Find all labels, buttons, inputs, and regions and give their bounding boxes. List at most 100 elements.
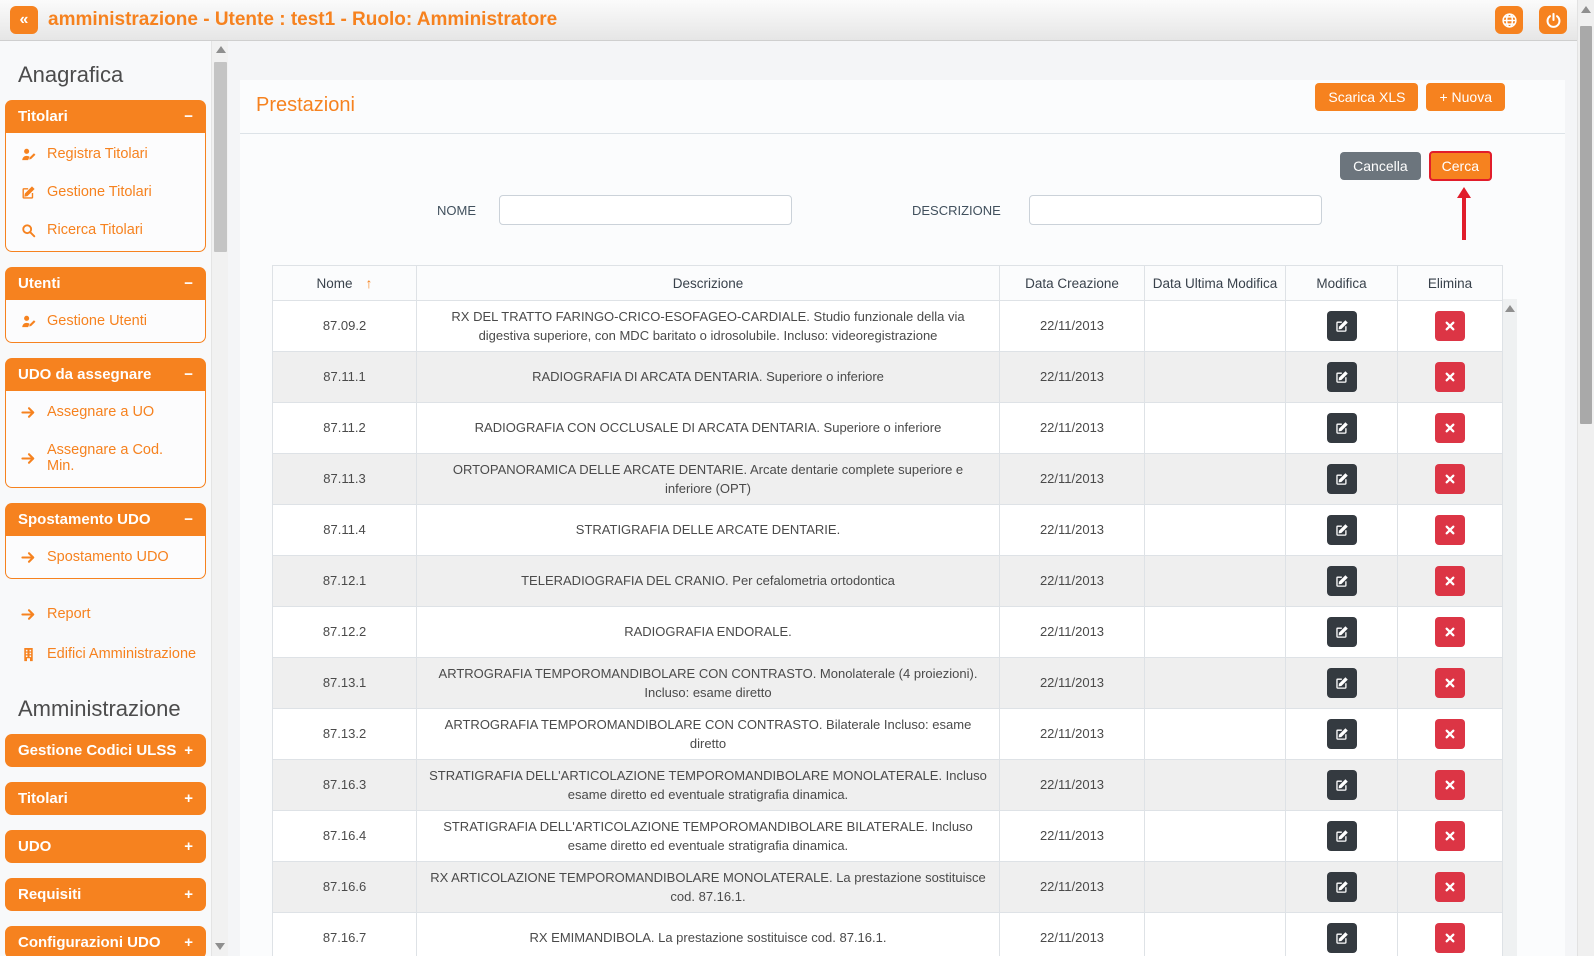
- cell-data-ultima-modifica: [1144, 402, 1286, 454]
- table-row: 87.11.3 ORTOPANORAMICA DELLE ARCATE DENTA…: [272, 453, 1503, 505]
- scroll-up-icon[interactable]: [1581, 6, 1591, 13]
- delete-row-button[interactable]: [1435, 719, 1465, 749]
- sidebar-scrollbar-thumb[interactable]: [214, 62, 227, 252]
- edit-row-button[interactable]: [1326, 872, 1357, 902]
- edit-row-button[interactable]: [1326, 770, 1357, 800]
- scarica-xls-button[interactable]: Scarica XLS: [1315, 83, 1419, 111]
- edit-row-button[interactable]: [1326, 464, 1357, 494]
- expand-icon[interactable]: +: [184, 838, 193, 855]
- panel-header-utenti[interactable]: Utenti −: [5, 267, 206, 300]
- delete-row-button[interactable]: [1435, 311, 1465, 341]
- cancella-button[interactable]: Cancella: [1340, 152, 1421, 180]
- column-header-data-creazione[interactable]: Data Creazione: [999, 265, 1145, 301]
- collapse-icon[interactable]: −: [184, 108, 193, 125]
- sidebar-collapse-button[interactable]: «: [10, 6, 38, 34]
- panel-header-titolari[interactable]: Titolari −: [5, 100, 206, 133]
- table-row: 87.11.1 RADIOGRAFIA DI ARCATA DENTARIA. S…: [272, 351, 1503, 403]
- collapse-icon[interactable]: −: [184, 511, 193, 528]
- column-header-modifica[interactable]: Modifica: [1285, 265, 1398, 301]
- x-icon: [1442, 726, 1458, 742]
- column-header-elimina[interactable]: Elimina: [1397, 265, 1503, 301]
- cell-elimina: [1397, 555, 1503, 607]
- scroll-up-icon[interactable]: [215, 46, 226, 53]
- delete-row-button[interactable]: [1435, 923, 1465, 953]
- panel-header-titolari[interactable]: Titolari +: [5, 782, 206, 815]
- scroll-up-icon[interactable]: [1505, 305, 1515, 312]
- delete-row-button[interactable]: [1435, 872, 1465, 902]
- column-header-descrizione[interactable]: Descrizione: [416, 265, 1000, 301]
- power-icon[interactable]: [1539, 6, 1567, 34]
- table-row: 87.16.3 STRATIGRAFIA DELL'ARTICOLAZIONE T…: [272, 759, 1503, 811]
- scroll-down-icon[interactable]: [215, 943, 225, 950]
- panel-title: Titolari: [18, 108, 68, 125]
- expand-icon[interactable]: +: [184, 790, 193, 807]
- panel-header-spostamento-udo[interactable]: Spostamento UDO −: [5, 503, 206, 536]
- pencil-square-icon: [1334, 522, 1350, 538]
- cell-data-creazione: 22/11/2013: [999, 810, 1145, 862]
- nuova-button[interactable]: + Nuova: [1426, 83, 1505, 111]
- panel-header-udo-da-assegnare[interactable]: UDO da assegnare −: [5, 358, 206, 391]
- nome-label: NOME: [437, 202, 476, 218]
- sidebar-item-edifici-amministrazione[interactable]: Edifici Amministrazione: [0, 634, 211, 674]
- globe-icon[interactable]: [1495, 6, 1523, 34]
- delete-row-button[interactable]: [1435, 821, 1465, 851]
- delete-row-button[interactable]: [1435, 362, 1465, 392]
- sidebar-item-gestione-utenti[interactable]: Gestione Utenti: [6, 302, 205, 340]
- delete-row-button[interactable]: [1435, 617, 1465, 647]
- delete-row-button[interactable]: [1435, 566, 1465, 596]
- cell-data-creazione: 22/11/2013: [999, 912, 1145, 956]
- edit-row-button[interactable]: [1326, 719, 1357, 749]
- arrow-right-icon: [20, 404, 36, 420]
- delete-row-button[interactable]: [1435, 668, 1465, 698]
- cell-data-ultima-modifica: [1144, 606, 1286, 658]
- window-scrollbar-thumb[interactable]: [1580, 26, 1592, 424]
- collapse-icon[interactable]: −: [184, 275, 193, 292]
- sidebar-item-label: Edifici Amministrazione: [47, 646, 197, 662]
- sidebar-item-report[interactable]: Report: [0, 594, 211, 634]
- edit-row-button[interactable]: [1326, 515, 1357, 545]
- cell-data-creazione: 22/11/2013: [999, 708, 1145, 760]
- sidebar-item-spostamento-udo[interactable]: Spostamento UDO: [6, 538, 205, 576]
- panel-header-gestione-codici-ulss[interactable]: Gestione Codici ULSS +: [5, 734, 206, 767]
- sidebar-panel-titolari: Titolari +: [5, 782, 206, 815]
- cerca-button[interactable]: Cerca: [1428, 151, 1492, 181]
- column-header-data-ultima-modifica[interactable]: Data Ultima Modifica: [1144, 265, 1286, 301]
- sidebar-item-ricerca-titolari[interactable]: Ricerca Titolari: [6, 211, 205, 249]
- edit-row-button[interactable]: [1326, 362, 1357, 392]
- cell-modifica: [1285, 555, 1398, 607]
- cell-descrizione: RX DEL TRATTO FARINGO-CRICO-ESOFAGEO-CAR…: [416, 300, 1000, 352]
- cell-nome: 87.11.1: [272, 351, 417, 403]
- panel-header-udo[interactable]: UDO +: [5, 830, 206, 863]
- delete-row-button[interactable]: [1435, 770, 1465, 800]
- panel-header-requisiti[interactable]: Requisiti +: [5, 878, 206, 911]
- expand-icon[interactable]: +: [184, 886, 193, 903]
- edit-row-button[interactable]: [1326, 311, 1357, 341]
- panel-header-configurazioni-udo[interactable]: Configurazioni UDO +: [5, 926, 206, 956]
- edit-row-button[interactable]: [1326, 821, 1357, 851]
- edit-row-button[interactable]: [1326, 923, 1357, 953]
- expand-icon[interactable]: +: [184, 742, 193, 759]
- sidebar-item-assegnare-a-cod-min[interactable]: Assegnare a Cod. Min.: [6, 431, 205, 485]
- table-scrollbar[interactable]: [1503, 299, 1517, 956]
- cell-nome: 87.11.4: [272, 504, 417, 556]
- sidebar-scrollbar[interactable]: [211, 40, 229, 956]
- sidebar-item-assegnare-a-uo[interactable]: Assegnare a UO: [6, 393, 205, 431]
- delete-row-button[interactable]: [1435, 515, 1465, 545]
- edit-row-button[interactable]: [1326, 668, 1357, 698]
- expand-icon[interactable]: +: [184, 934, 193, 951]
- collapse-icon[interactable]: −: [184, 366, 193, 383]
- edit-row-button[interactable]: [1326, 617, 1357, 647]
- column-header-nome[interactable]: Nome ↑: [272, 265, 417, 301]
- nome-input[interactable]: [499, 195, 792, 225]
- sidebar-item-gestione-titolari[interactable]: Gestione Titolari: [6, 173, 205, 211]
- delete-row-button[interactable]: [1435, 464, 1465, 494]
- sidebar-item-registra-titolari[interactable]: Registra Titolari: [6, 135, 205, 173]
- x-icon: [1442, 369, 1458, 385]
- edit-row-button[interactable]: [1326, 413, 1357, 443]
- edit-row-button[interactable]: [1326, 566, 1357, 596]
- descrizione-input[interactable]: [1028, 195, 1322, 225]
- window-scrollbar[interactable]: [1577, 0, 1594, 956]
- delete-row-button[interactable]: [1435, 413, 1465, 443]
- cell-nome: 87.16.3: [272, 759, 417, 811]
- cell-elimina: [1397, 708, 1503, 760]
